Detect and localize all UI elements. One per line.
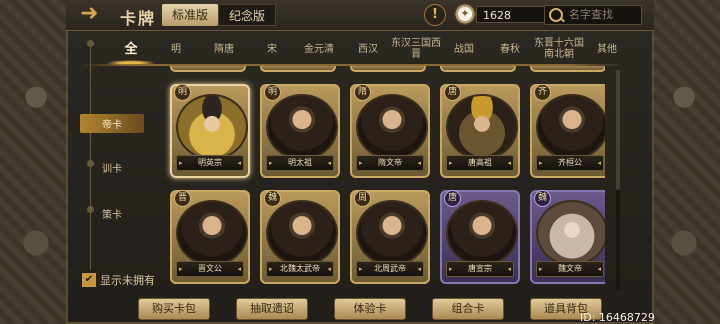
card-partial: [260, 66, 336, 72]
tab-eastern-jin-sixteen[interactable]: 东晋十六国南北朝: [532, 34, 586, 64]
card-faction-badge: 唐: [444, 84, 461, 101]
tab-ming[interactable]: 明: [158, 34, 194, 64]
tab-western-han[interactable]: 西汉: [348, 34, 388, 64]
card-name: 明太祖: [266, 155, 334, 171]
rail-dot: [87, 40, 94, 47]
tab-warring-states[interactable]: 战国: [446, 34, 482, 64]
currency-icon: ✦: [454, 3, 476, 25]
card-name: 唐宣宗: [446, 261, 514, 277]
tab-spring-autumn[interactable]: 春秋: [492, 34, 528, 64]
card-portrait: [266, 200, 338, 266]
right-decoration: [648, 0, 720, 324]
card-portrait: [356, 200, 428, 266]
card-portrait: [446, 94, 518, 160]
card-faction-badge: 周: [354, 190, 371, 207]
card-type-rail: 帝卡 训卡 策卡: [80, 40, 150, 290]
card-partial: [440, 66, 516, 72]
tab-commemorative-version[interactable]: 纪念版: [218, 4, 277, 26]
card-name: 魏文帝: [536, 261, 604, 277]
card-grid-scrollbar[interactable]: [616, 70, 620, 290]
card-tang-xuanzong[interactable]: 唐 唐宣宗: [440, 190, 520, 284]
card-partial: [170, 66, 246, 72]
tab-sui-tang[interactable]: 隋唐: [204, 34, 244, 64]
card-portrait: [176, 94, 248, 160]
card-portrait: [176, 200, 248, 266]
card-name: 隋文帝: [356, 155, 424, 171]
card-name: 明英宗: [176, 155, 244, 171]
card-name: 唐高祖: [446, 155, 514, 171]
scrollbar-thumb[interactable]: [616, 70, 620, 190]
card-partial: [350, 66, 426, 72]
card-beiwei-taiwudi[interactable]: 魏 北魏太武帝: [260, 190, 340, 284]
card-faction-badge: 唐: [444, 190, 461, 207]
bottom-action-bar: 购买卡包 抽取遗诏 体验卡 组合卡 道具背包: [134, 298, 614, 320]
card-name: 北魏太武帝: [266, 261, 334, 277]
card-name: 晋文公: [176, 261, 244, 277]
search-placeholder: 名字查找: [569, 8, 613, 21]
card-ming-yingzong[interactable]: 明 明英宗: [170, 84, 250, 178]
version-toggle: 标准版 纪念版: [162, 4, 277, 26]
search-input[interactable]: 名字查找: [544, 5, 642, 25]
card-faction-badge: 魏: [534, 190, 551, 207]
header-bar: ➜ 卡牌 标准版 纪念版 ! ✦ 1628 名字查找: [66, 0, 654, 31]
trial-card-button[interactable]: 体验卡: [334, 298, 406, 320]
card-faction-badge: 明: [264, 84, 281, 101]
tab-jin-yuan-qing[interactable]: 金元清: [296, 34, 342, 64]
card-sui-wendi[interactable]: 隋 隋文帝: [350, 84, 430, 178]
tab-song[interactable]: 宋: [254, 34, 290, 64]
card-portrait: [266, 94, 338, 160]
back-arrow-icon[interactable]: ➜: [80, 3, 112, 25]
show-unowned-toggle[interactable]: ✔ 显示未拥有: [82, 272, 155, 288]
card-beizhou-wudi[interactable]: 周 北周武帝: [350, 190, 430, 284]
card-faction-badge: 隋: [354, 84, 371, 101]
card-portrait: [536, 200, 605, 266]
dynasty-tabs: 全 明 隋唐 宋 金元清 西汉 东汉三国西晋 战国 春秋 东晋十六国南北朝 其他: [96, 34, 626, 66]
rail-item-training-cards[interactable]: 训卡: [80, 160, 144, 175]
card-name: 北周武帝: [356, 261, 424, 277]
card-jin-wengong[interactable]: 晋 晋文公: [170, 190, 250, 284]
card-portrait: [446, 200, 518, 266]
card-portrait: [536, 94, 605, 160]
card-faction-badge: 齐: [534, 84, 551, 101]
checkbox-checked-icon[interactable]: ✔: [82, 273, 96, 287]
tab-other[interactable]: 其他: [590, 34, 624, 64]
card-partial: [530, 66, 605, 72]
card-qi-huangong[interactable]: 齐 齐桓公: [530, 84, 605, 178]
card-ming-taizu[interactable]: 明 明太祖: [260, 84, 340, 178]
tab-eastern-han-three-kingdoms[interactable]: 东汉三国西晋: [390, 34, 442, 64]
show-unowned-label: 显示未拥有: [100, 274, 155, 287]
card-grid: 明 明英宗 明 明太祖 隋 隋文帝 唐 唐高祖 齐 齐桓公 晋 晋文公 魏 北魏…: [165, 66, 605, 290]
tab-standard-version[interactable]: 标准版: [162, 4, 219, 26]
rail-line: [90, 40, 91, 270]
buy-card-pack-button[interactable]: 购买卡包: [138, 298, 210, 320]
combo-card-button[interactable]: 组合卡: [432, 298, 504, 320]
rail-item-emperor-cards[interactable]: 帝卡: [80, 114, 144, 133]
card-faction-badge: 魏: [264, 190, 281, 207]
card-tang-gaozu[interactable]: 唐 唐高祖: [440, 84, 520, 178]
alert-icon[interactable]: !: [424, 4, 446, 26]
rail-item-strategy-cards[interactable]: 策卡: [80, 206, 144, 221]
card-wei-wendi[interactable]: 魏 魏文帝: [530, 190, 605, 284]
left-decoration: [0, 0, 72, 324]
page-title: 卡牌: [120, 9, 157, 28]
user-id-label: ID: 16468729: [580, 311, 655, 324]
card-faction-badge: 晋: [174, 190, 191, 207]
search-icon: [549, 8, 563, 22]
draw-edict-button[interactable]: 抽取遗诏: [236, 298, 308, 320]
card-name: 齐桓公: [536, 155, 604, 171]
card-portrait: [356, 94, 428, 160]
card-faction-badge: 明: [174, 84, 191, 101]
